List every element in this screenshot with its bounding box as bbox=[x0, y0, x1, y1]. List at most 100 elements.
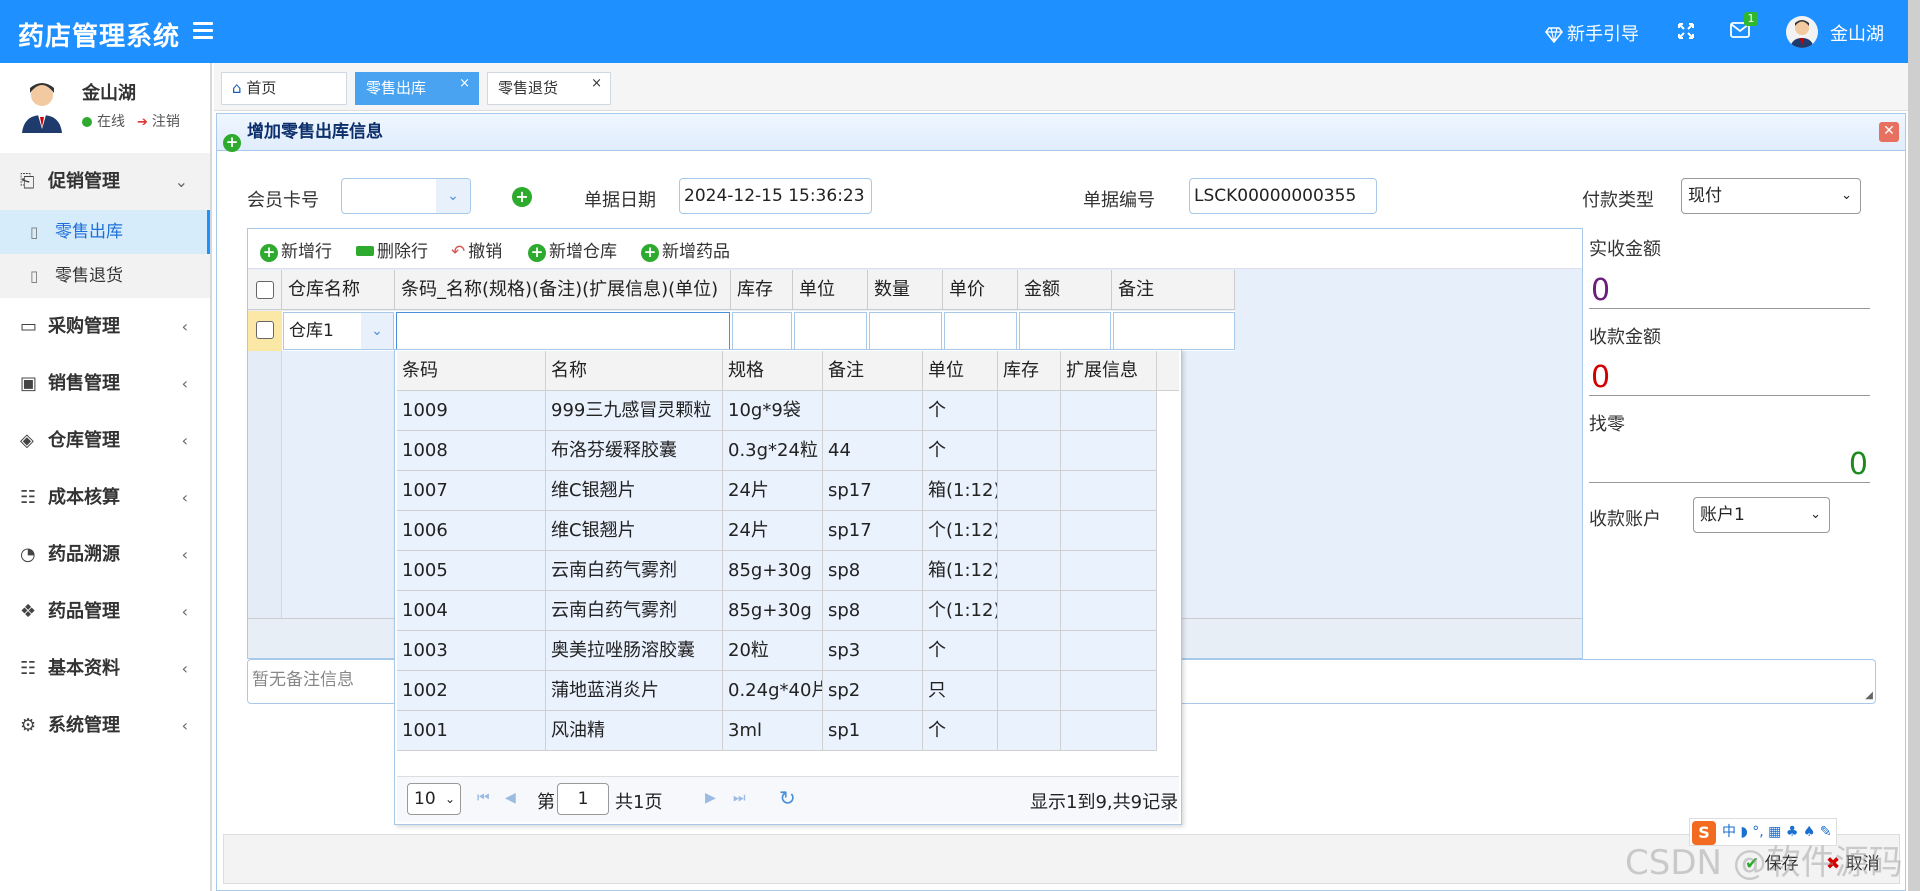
table-cell bbox=[998, 431, 1061, 471]
sidebar-item-label: 销售管理 bbox=[48, 373, 120, 394]
col-header: 条码 bbox=[397, 351, 546, 391]
col-header[interactable]: 数量 bbox=[868, 270, 943, 310]
table-row[interactable]: 1003 奥美拉唑肠溶胶囊 20粒 sp3 个 bbox=[397, 631, 1157, 671]
bill-number-field[interactable]: LSCK00000000355 bbox=[1189, 178, 1377, 214]
account-value: 账户1 bbox=[1700, 505, 1745, 525]
tab-retail-out[interactable]: 零售出库 × bbox=[355, 72, 479, 105]
date-value: 2024-12-15 15:36:23 bbox=[684, 186, 865, 206]
col-header[interactable]: 条码_名称(规格)(备注)(扩展信息)(单位) bbox=[395, 270, 731, 310]
pay-type-select[interactable]: 现付 ⌄ bbox=[1681, 178, 1861, 214]
chevron-left-icon: ‹ bbox=[181, 374, 188, 393]
warehouse-combo[interactable]: 仓库1 ⌄ bbox=[283, 312, 394, 350]
remark-input[interactable] bbox=[1113, 312, 1235, 350]
add-member-icon[interactable]: + bbox=[512, 187, 532, 207]
member-card-combo[interactable]: ⌄ bbox=[341, 178, 471, 214]
close-icon[interactable]: × bbox=[459, 68, 470, 99]
last-page-icon[interactable]: ⏭ bbox=[733, 790, 746, 806]
chevron-left-icon: ‹ bbox=[181, 716, 188, 735]
sidebar-item-promotion[interactable]: ⎗ 促销管理 ⌄ bbox=[0, 153, 210, 210]
col-header[interactable]: 库存 bbox=[731, 270, 793, 310]
sidebar-item-trace[interactable]: ◔ 药品溯源 ‹ bbox=[0, 526, 210, 583]
quantity-input[interactable] bbox=[869, 312, 942, 350]
table-row[interactable]: 1004 云南白药气雾剂 85g+30g sp8 个(1:12) bbox=[397, 591, 1157, 631]
table-row[interactable]: 1001 风油精 3ml sp1 个 bbox=[397, 711, 1157, 751]
close-icon[interactable]: ✕ bbox=[1879, 122, 1899, 142]
delete-row-button[interactable]: 删除行 bbox=[356, 237, 428, 262]
chevron-down-icon[interactable]: ⌄ bbox=[436, 179, 470, 213]
table-row[interactable]: 1007 维C银翘片 24片 sp17 箱(1:12) bbox=[397, 471, 1157, 511]
amount-input[interactable] bbox=[1019, 312, 1111, 350]
row-gutter bbox=[248, 351, 282, 619]
sidebar-item-drug[interactable]: ❖ 药品管理 ‹ bbox=[0, 583, 210, 640]
table-cell: 999三九感冒灵颗粒 bbox=[546, 391, 723, 431]
table-row[interactable]: 1008 布洛芬缓释胶囊 0.3g*24粒 44 个 bbox=[397, 431, 1157, 471]
fullscreen-icon[interactable] bbox=[1677, 22, 1695, 40]
user-status: 在线 ➔ 注销 bbox=[82, 111, 180, 131]
top-user-name[interactable]: 金山湖 bbox=[1830, 20, 1884, 46]
table-cell: 个 bbox=[923, 391, 998, 431]
drug-input[interactable] bbox=[396, 312, 730, 350]
close-icon[interactable]: × bbox=[591, 68, 602, 99]
tab-retail-return[interactable]: 零售退货 × bbox=[487, 72, 611, 105]
col-header[interactable]: 金额 bbox=[1018, 270, 1112, 310]
page-size-select[interactable]: 10 ⌄ bbox=[407, 783, 461, 815]
sidebar-item-system[interactable]: ⚙ 系统管理 ‹ bbox=[0, 697, 210, 754]
collected-amount-input[interactable]: 0 bbox=[1589, 358, 1870, 396]
table-row[interactable]: 1006 维C银翘片 24片 sp17 个(1:12) bbox=[397, 511, 1157, 551]
logout-link[interactable]: 注销 bbox=[152, 114, 180, 130]
sidebar-item-label: 仓库管理 bbox=[48, 430, 120, 451]
account-select[interactable]: 账户1 ⌄ bbox=[1693, 497, 1830, 533]
date-field[interactable]: 2024-12-15 15:36:23 bbox=[679, 178, 872, 214]
page-total: 共1页 bbox=[615, 792, 663, 813]
col-header[interactable]: 仓库名称 bbox=[282, 270, 395, 310]
add-icon: + bbox=[528, 244, 546, 262]
undo-button[interactable]: ↶ 撤销 bbox=[451, 237, 502, 262]
file-icon: ▯ bbox=[30, 223, 39, 241]
chevron-down-icon[interactable]: ⌄ bbox=[361, 313, 393, 349]
sidebar-item-purchase[interactable]: ▭ 采购管理 ‹ bbox=[0, 298, 210, 355]
col-header[interactable]: 备注 bbox=[1112, 270, 1235, 310]
table-cell bbox=[1061, 391, 1157, 431]
col-header[interactable]: 单位 bbox=[793, 270, 868, 310]
select-all-checkbox[interactable] bbox=[256, 281, 274, 299]
sidebar-item-sales[interactable]: ▣ 销售管理 ‹ bbox=[0, 355, 210, 412]
table-cell: 24片 bbox=[723, 511, 823, 551]
page-number-input[interactable]: 1 bbox=[557, 783, 609, 815]
first-page-icon[interactable]: ⏮ bbox=[477, 790, 490, 806]
table-cell: 1001 bbox=[397, 711, 546, 751]
logout-icon[interactable]: ➔ bbox=[137, 115, 148, 130]
sidebar-item-basic[interactable]: ☷ 基本资料 ‹ bbox=[0, 640, 210, 697]
pay-type-value: 现付 bbox=[1688, 186, 1722, 206]
select-all-cell[interactable] bbox=[248, 270, 282, 310]
col-header[interactable]: 单价 bbox=[943, 270, 1018, 310]
prev-page-icon[interactable]: ◀ bbox=[505, 790, 516, 806]
table-row[interactable]: 1002 蒲地蓝消炎片 0.24g*40片 sp2 只 bbox=[397, 671, 1157, 711]
table-row[interactable]: 1009 999三九感冒灵颗粒 10g*9袋 个 bbox=[397, 391, 1157, 431]
sidebar-item-retail-return[interactable]: ▯ 零售退货 bbox=[0, 254, 210, 298]
sidebar-item-retail-out[interactable]: ▯ 零售出库 bbox=[0, 210, 210, 254]
table-cell bbox=[1061, 471, 1157, 511]
add-drug-button[interactable]: + 新增药品 bbox=[641, 237, 730, 262]
tab-home[interactable]: ⌂ 首页 bbox=[221, 72, 347, 105]
price-input[interactable] bbox=[944, 312, 1017, 350]
chevron-down-icon: ⌄ bbox=[174, 172, 188, 191]
page-prefix: 第 bbox=[537, 792, 555, 813]
row-selector[interactable] bbox=[248, 311, 282, 351]
sidebar-item-cost[interactable]: ☷ 成本核算 ‹ bbox=[0, 469, 210, 526]
add-warehouse-button[interactable]: + 新增仓库 bbox=[528, 237, 617, 262]
resize-handle-icon[interactable]: ◢ bbox=[1865, 690, 1873, 701]
avatar[interactable] bbox=[1786, 16, 1818, 48]
table-row[interactable]: 1005 云南白药气雾剂 85g+30g sp8 箱(1:12) bbox=[397, 551, 1157, 591]
guide-link[interactable]: 新手引导 bbox=[1544, 20, 1639, 46]
refresh-icon[interactable]: ↻ bbox=[779, 786, 796, 810]
scrollbar[interactable] bbox=[1908, 0, 1920, 891]
sidebar-item-warehouse[interactable]: ◈ 仓库管理 ‹ bbox=[0, 412, 210, 469]
row-checkbox[interactable] bbox=[256, 321, 274, 339]
guide-label: 新手引导 bbox=[1567, 24, 1639, 45]
button-label: 新增行 bbox=[281, 242, 332, 262]
next-page-icon[interactable]: ▶ bbox=[705, 790, 716, 806]
add-row-button[interactable]: + 新增行 bbox=[260, 237, 332, 262]
date-label: 单据日期 bbox=[584, 190, 656, 211]
menu-toggle-icon[interactable] bbox=[193, 22, 213, 40]
unit-cell[interactable] bbox=[794, 312, 867, 350]
